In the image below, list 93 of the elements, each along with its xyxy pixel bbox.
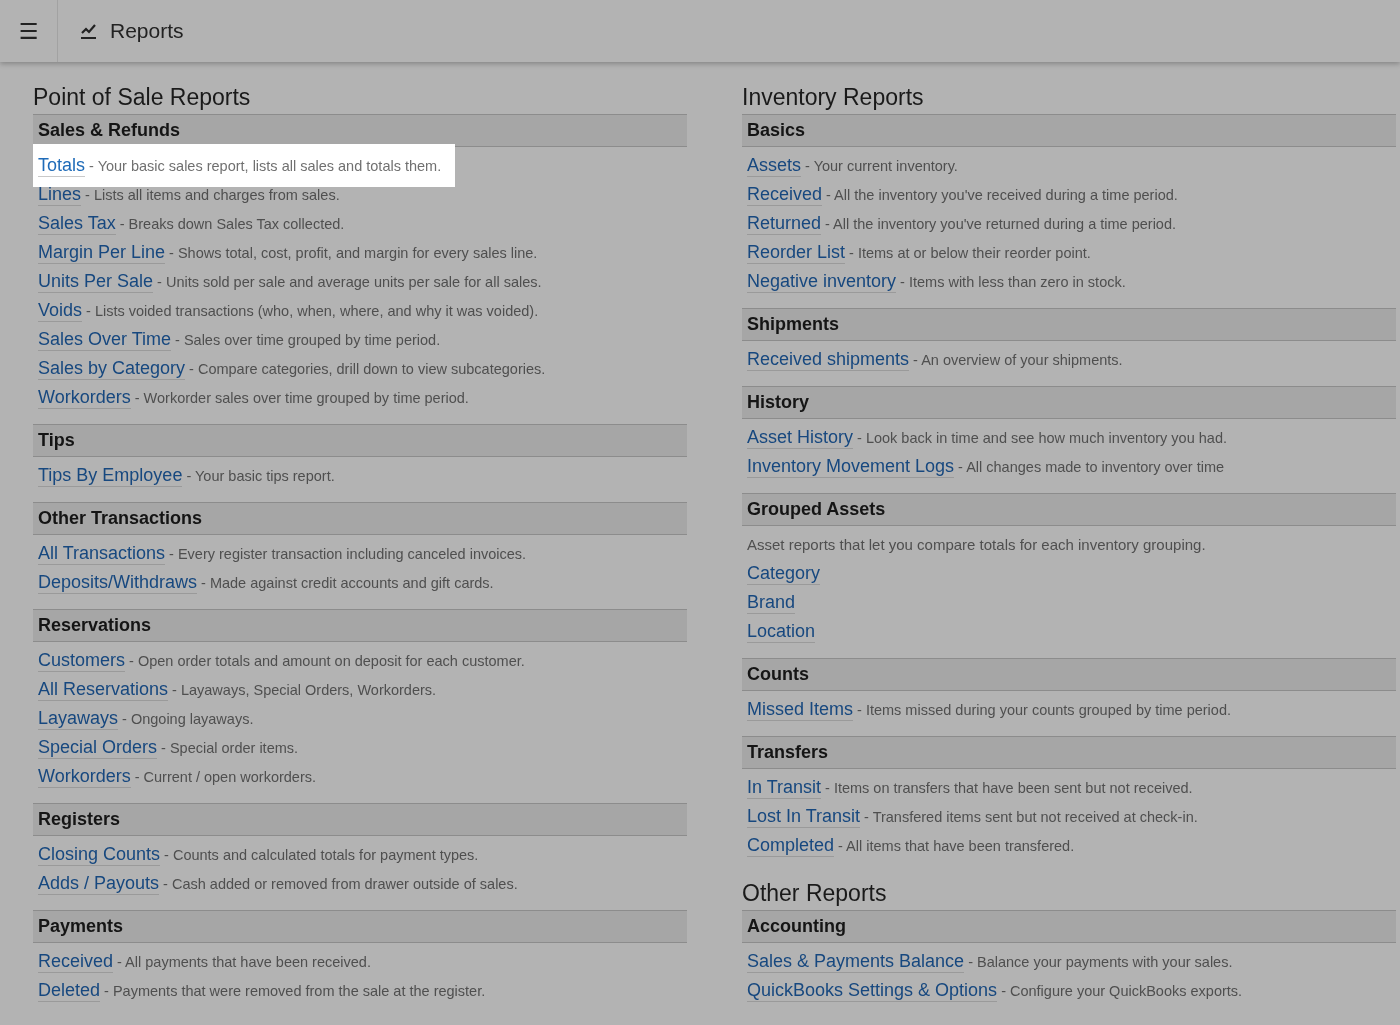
report-link[interactable]: Deleted [38, 979, 101, 1002]
report-link[interactable]: Units Per Sale [38, 270, 154, 293]
section-header: Shipments [742, 308, 1396, 341]
report-link[interactable]: Sales Over Time [38, 328, 172, 351]
report-description: - Breaks down Sales Tax collected. [119, 215, 345, 232]
section-header: Registers [33, 803, 687, 836]
report-link[interactable]: Assets [747, 154, 802, 177]
chart-icon [80, 22, 97, 40]
report-link[interactable]: Customers [38, 649, 126, 672]
section-header: Payments [33, 910, 687, 943]
section-header: Sales & Refunds [33, 114, 687, 147]
report-link[interactable]: In Transit [747, 776, 822, 799]
menu-button[interactable]: ☰ [0, 0, 58, 62]
report-link[interactable]: Totals [38, 154, 86, 177]
report-description: - Items missed during your counts grouped by time period. [857, 701, 1231, 718]
report-link[interactable]: Sales by Category [38, 357, 186, 380]
report-link[interactable]: Negative inventory [747, 270, 897, 293]
report-link[interactable]: All Transactions [38, 542, 166, 565]
report-description: - Lists voided transactions (who, when, where, and why it was voided). [86, 302, 539, 319]
report-link[interactable]: Reorder List [747, 241, 846, 264]
report-description: - Open order totals and amount on deposit for each customer. [129, 652, 525, 669]
report-description: - Cash added or removed from drawer outside of sales. [163, 875, 518, 892]
report-description: - Shows total, cost, profit, and margin for every sales line. [169, 244, 538, 261]
section-header: Reservations [33, 609, 687, 642]
report-description: - Sales over time grouped by time period. [175, 331, 441, 348]
report-description: - Layaways, Special Orders, Workorders. [172, 681, 437, 698]
report-description: - Special order items. [161, 739, 299, 756]
section-header: Accounting [742, 910, 1396, 943]
report-link[interactable]: Received [38, 950, 114, 973]
section-note: Asset reports that let you compare totals for each inventory grouping. [746, 535, 1207, 555]
page-title: Reports [110, 19, 184, 43]
report-description: - Items at or below their reorder point. [849, 244, 1091, 261]
report-description: - Ongoing layaways. [122, 710, 254, 727]
report-description: - Transfered items sent but not received at check-in. [864, 808, 1198, 825]
section-header: Basics [742, 114, 1396, 147]
group-title: Point of Sale Reports [33, 83, 252, 112]
report-description: - Workorder sales over time grouped by time period. [134, 389, 469, 406]
report-description: - Your basic tips report. [186, 467, 335, 484]
report-link[interactable]: Lines [38, 183, 82, 206]
report-description: - All items that have been transfered. [838, 837, 1075, 854]
report-description: - Current / open workorders. [134, 768, 317, 785]
section-header: Tips [33, 424, 687, 457]
report-link[interactable]: Lost In Transit [747, 805, 861, 828]
report-description: - Units sold per sale and average units per sale for all sales. [157, 273, 542, 290]
report-link[interactable]: Voids [38, 299, 83, 322]
section-header: Other Transactions [33, 502, 687, 535]
report-description: - All changes made to inventory over time [958, 458, 1225, 475]
group-title: Inventory Reports [742, 83, 925, 112]
report-description: - Every register transaction including canceled invoices. [169, 545, 527, 562]
section-header: History [742, 386, 1396, 419]
report-description: - Your current inventory. [805, 157, 958, 174]
report-description: - Look back in time and see how much inventory you had. [857, 429, 1227, 446]
report-link[interactable]: All Reservations [38, 678, 169, 701]
report-link[interactable]: Category [747, 562, 821, 585]
report-description: - Payments that were removed from the sale at the register. [104, 982, 486, 999]
section-header: Grouped Assets [742, 493, 1396, 526]
report-link[interactable]: Missed Items [747, 698, 854, 721]
report-description: - Counts and calculated totals for payment types. [164, 846, 479, 863]
report-link[interactable]: Asset History [747, 426, 854, 449]
report-link[interactable]: Location [747, 620, 816, 643]
report-link[interactable]: Special Orders [38, 736, 158, 759]
report-link[interactable]: Sales & Payments Balance [747, 950, 965, 973]
report-description: - Items with less than zero in stock. [900, 273, 1126, 290]
report-description: - Made against credit accounts and gift cards. [201, 574, 494, 591]
report-link[interactable]: Adds / Payouts [38, 872, 160, 895]
section-header: Counts [742, 658, 1396, 691]
report-description: - Compare categories, drill down to view subcategories. [189, 360, 546, 377]
report-link[interactable]: Workorders [38, 765, 131, 788]
report-description: - Lists all items and charges from sales. [85, 186, 340, 203]
report-link[interactable]: Received shipments [747, 348, 910, 371]
report-link[interactable]: Received [747, 183, 823, 206]
report-description: - Configure your QuickBooks exports. [1001, 982, 1243, 999]
report-link[interactable]: Workorders [38, 386, 131, 409]
report-description: - All the inventory you've returned during a time period. [825, 215, 1177, 232]
report-link[interactable]: Returned [747, 212, 822, 235]
report-description: - All the inventory you've received during a time period. [826, 186, 1178, 203]
report-link[interactable]: Tips By Employee [38, 464, 183, 487]
report-link[interactable]: Inventory Movement Logs [747, 455, 955, 478]
section-header: Transfers [742, 736, 1396, 769]
report-description: - Your basic sales report, lists all sales and totals them. [89, 157, 442, 174]
report-link[interactable]: Sales Tax [38, 212, 116, 235]
report-link[interactable]: Margin Per Line [38, 241, 166, 264]
group-title: Other Reports [742, 879, 888, 908]
report-link[interactable]: Deposits/Withdraws [38, 571, 198, 594]
report-description: - All payments that have been received. [117, 953, 371, 970]
report-link[interactable]: Brand [747, 591, 796, 614]
report-link[interactable]: Completed [747, 834, 835, 857]
report-link[interactable]: Closing Counts [38, 843, 161, 866]
report-description: - An overview of your shipments. [913, 351, 1123, 368]
report-link[interactable]: Layaways [38, 707, 119, 730]
report-description: - Items on transfers that have been sent but not received. [825, 779, 1193, 796]
report-description: - Balance your payments with your sales. [968, 953, 1233, 970]
report-link[interactable]: QuickBooks Settings & Options [747, 979, 998, 1002]
